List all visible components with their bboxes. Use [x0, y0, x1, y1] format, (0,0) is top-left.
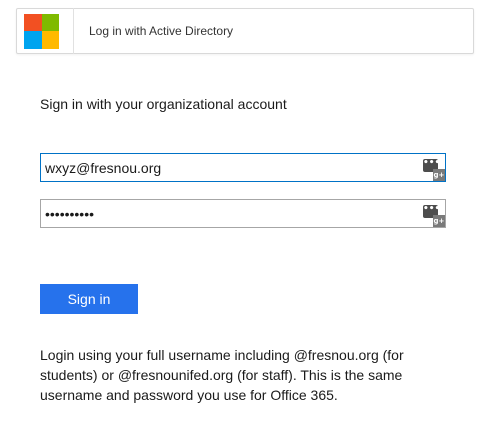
password-field-container: ••• g+ — [40, 199, 446, 228]
username-field-container: ••• g+ — [40, 153, 446, 182]
logo-yellow-square — [41, 31, 59, 49]
active-directory-label: Log in with Active Directory — [89, 24, 234, 38]
sign-in-heading: Sign in with your organizational account — [40, 96, 287, 112]
password-manager-icon[interactable]: ••• g+ — [423, 159, 445, 181]
username-input[interactable] — [41, 154, 421, 181]
logo-red-square — [24, 13, 42, 31]
password-manager-badge-icon: g+ — [433, 169, 445, 181]
password-manager-icon[interactable]: ••• g+ — [423, 205, 445, 227]
microsoft-logo-icon — [24, 13, 59, 49]
logo-blue-square — [24, 31, 42, 49]
password-manager-badge-icon: g+ — [433, 215, 445, 227]
logo-green-square — [41, 13, 59, 31]
password-input[interactable] — [41, 200, 421, 227]
active-directory-login-button[interactable]: Log in with Active Directory — [16, 8, 474, 54]
sign-in-button[interactable]: Sign in — [40, 284, 138, 314]
button-divider — [73, 8, 74, 54]
login-help-text: Login using your full username including… — [40, 347, 404, 403]
login-page: Log in with Active Directory Sign in wit… — [0, 0, 482, 431]
